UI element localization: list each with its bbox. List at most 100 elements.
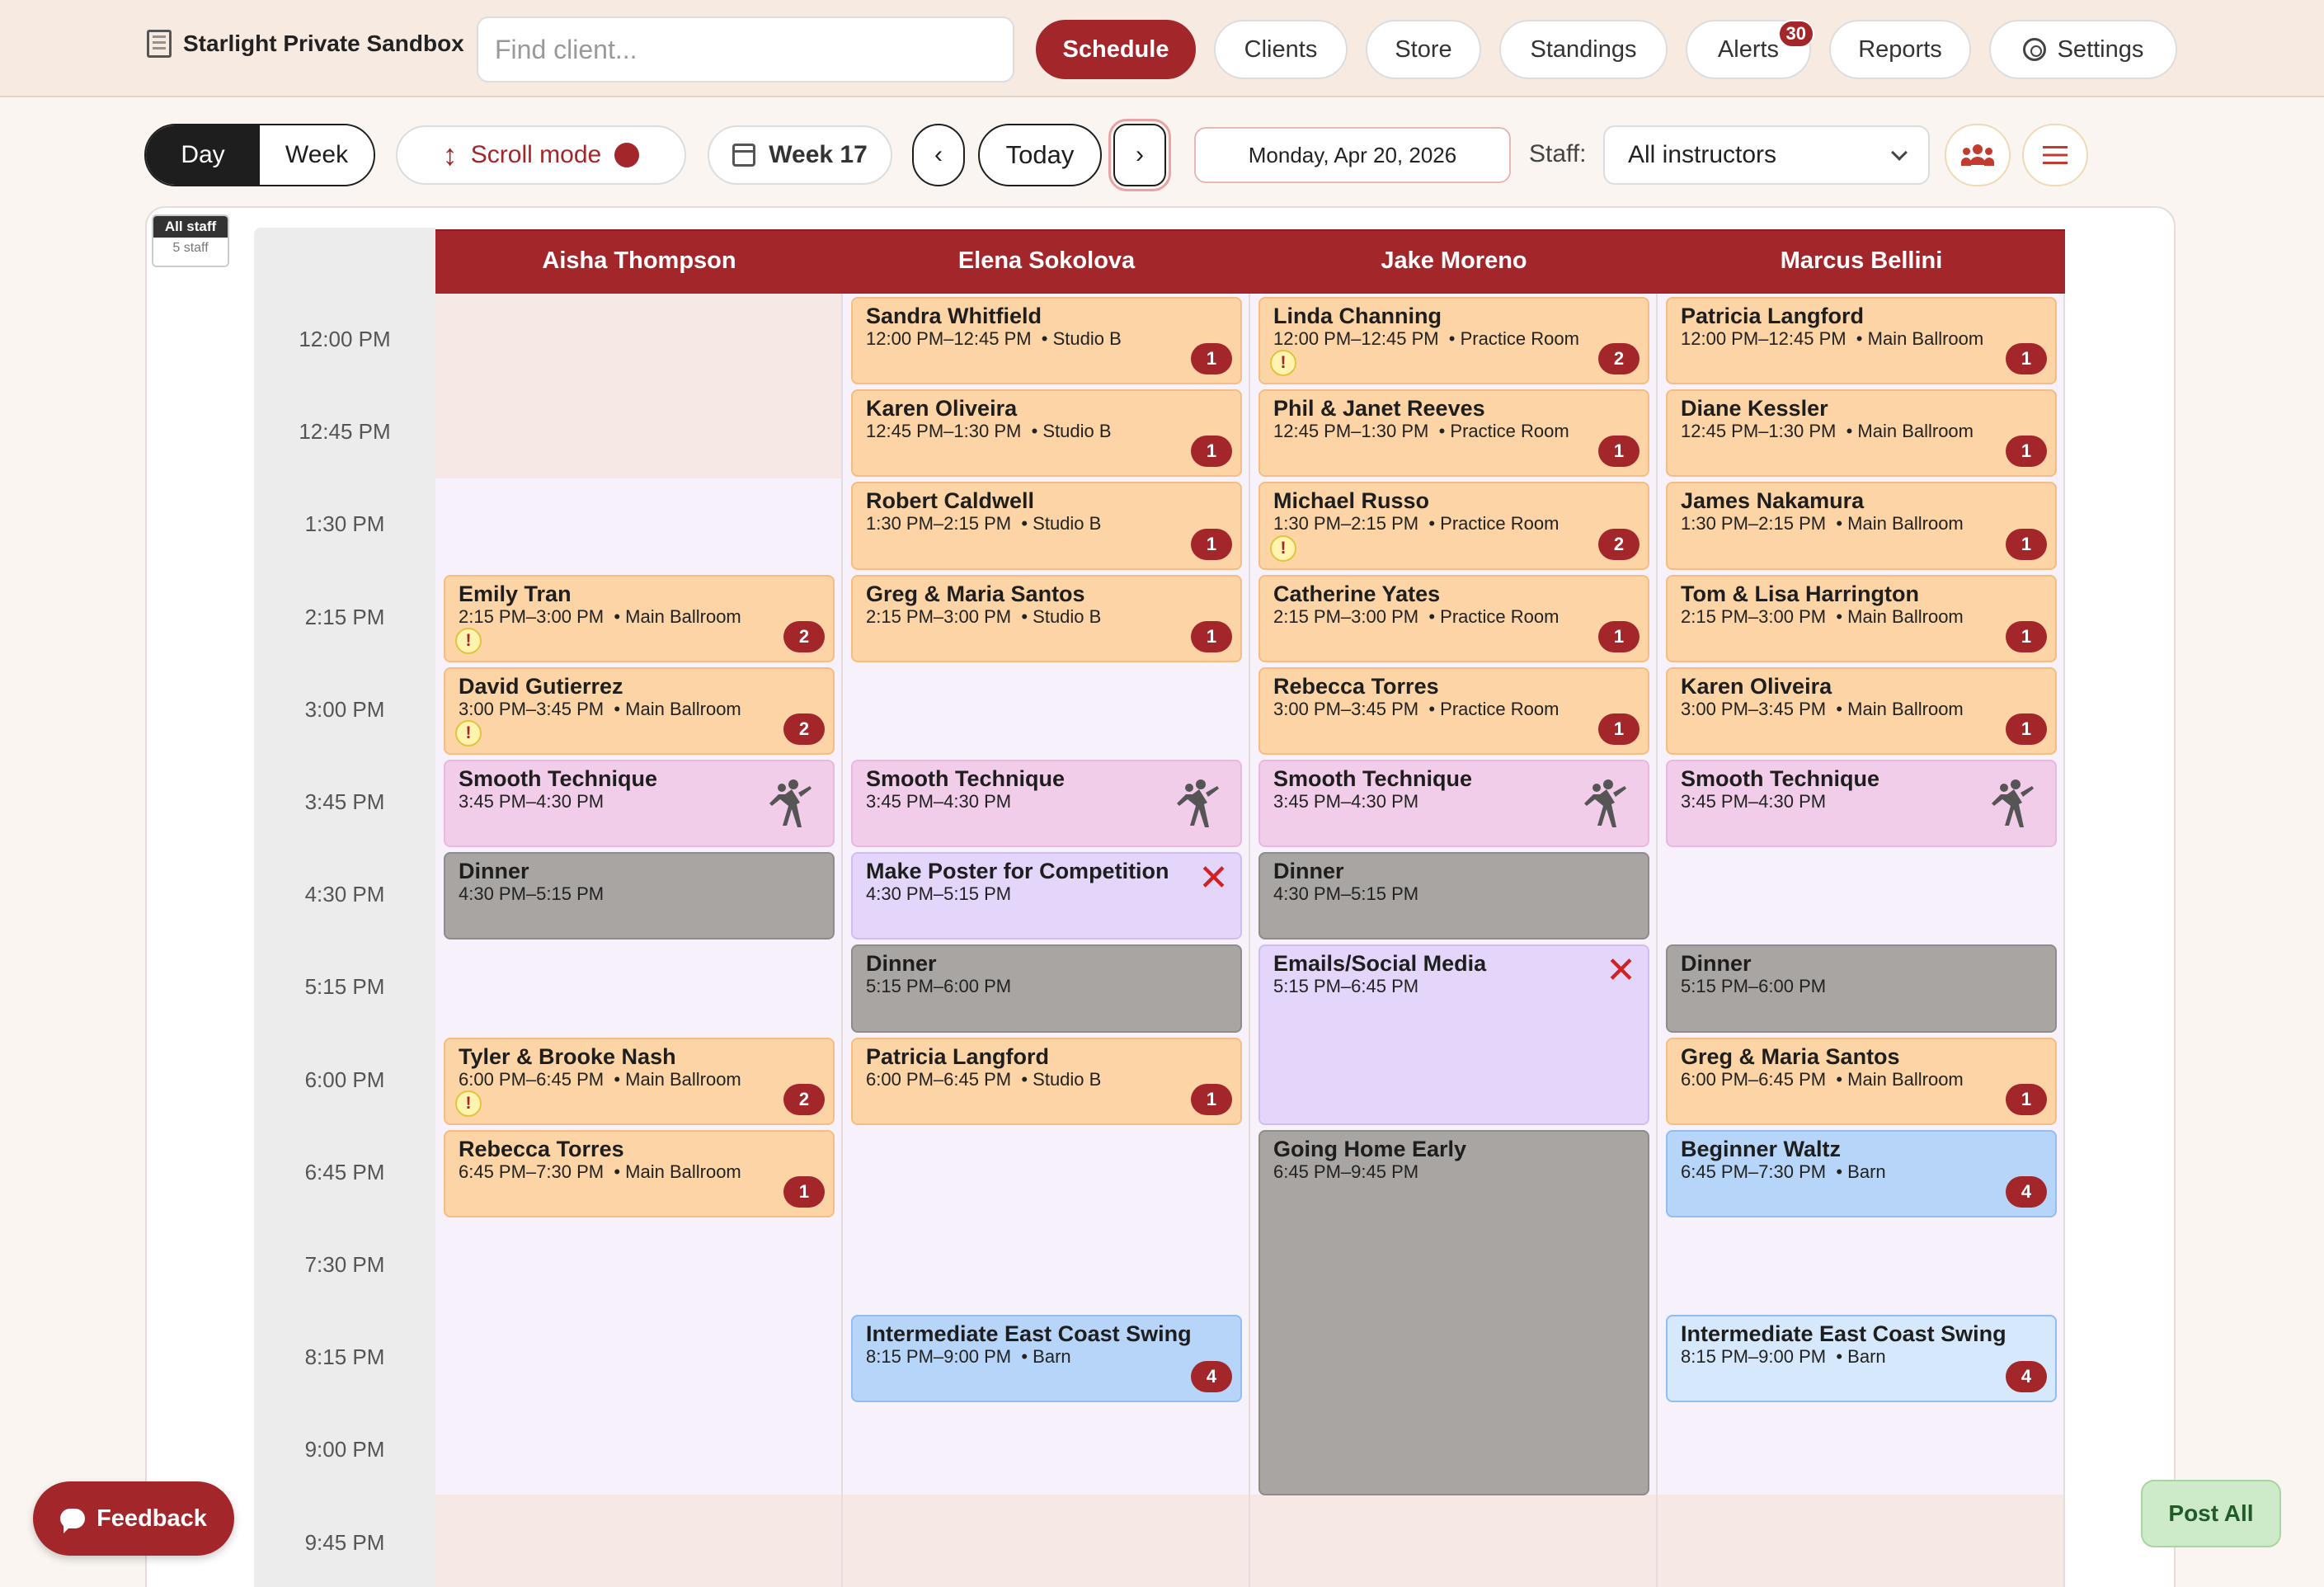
nav-standings[interactable]: Standings	[1499, 20, 1668, 79]
feedback-label: Feedback	[96, 1505, 207, 1532]
nav-store[interactable]: Store	[1366, 20, 1481, 79]
event-room: Practice Room	[1440, 605, 1560, 627]
time-label: 12:00 PM	[299, 327, 391, 351]
event-card[interactable]: Smooth Technique 3:45 PM–4:30 PM	[444, 760, 835, 848]
event-title: Dinner	[1273, 859, 1344, 884]
event-card[interactable]: Dinner 5:15 PM–6:00 PM	[851, 944, 1242, 1033]
staff-select[interactable]: All instructors	[1603, 125, 1930, 185]
event-card[interactable]: Intermediate East Coast Swing 8:15 PM–9:0…	[1666, 1315, 2057, 1403]
event-card[interactable]: Rebecca Torres 6:45 PM–7:30 PM • Main Bal…	[444, 1129, 835, 1217]
event-card[interactable]: Michael Russo 1:30 PM–2:15 PM • Practice …	[1258, 482, 1649, 570]
event-title: Dinner	[1681, 951, 1752, 977]
warning-icon[interactable]: !	[455, 627, 482, 654]
event-card[interactable]: David Gutierrez 3:00 PM–3:45 PM • Main Ba…	[444, 666, 835, 755]
warning-icon[interactable]: !	[1270, 534, 1296, 562]
event-details: 12:00 PM–12:45 PM • Main Ballroom	[1681, 328, 1984, 349]
view-week-button[interactable]: Week	[260, 125, 374, 185]
nav-reports-label: Reports	[1858, 35, 1942, 63]
event-card[interactable]: Dinner 5:15 PM–6:00 PM	[1666, 944, 2057, 1033]
staff-group-button[interactable]	[1945, 124, 2011, 186]
instructor-header[interactable]: Elena Sokolova	[843, 247, 1250, 275]
time-label: 3:45 PM	[304, 789, 385, 814]
find-client-input[interactable]	[477, 16, 1014, 82]
nav-reports[interactable]: Reports	[1829, 20, 1971, 79]
time-label: 12:45 PM	[299, 419, 391, 445]
event-card[interactable]: Linda Channing 12:00 PM–12:45 PM • Practi…	[1258, 297, 1649, 385]
time-label: 4:30 PM	[304, 882, 385, 907]
event-card[interactable]: Tom & Lisa Harrington 2:15 PM–3:00 PM • M…	[1666, 574, 2057, 662]
event-title: James Nakamura	[1681, 488, 1865, 514]
event-card[interactable]: Make Poster for Competition 4:30 PM–5:15 …	[851, 852, 1242, 940]
nav-clients[interactable]: Clients	[1214, 20, 1348, 79]
event-room: Practice Room	[1440, 698, 1560, 719]
all-staff-chip[interactable]: All staff 5 staff	[152, 214, 229, 267]
event-room: Barn	[1033, 1346, 1071, 1368]
post-all-button[interactable]: Post All	[2141, 1480, 2281, 1547]
nav-settings[interactable]: Settings	[1989, 20, 2177, 79]
event-details: 6:00 PM–6:45 PM • Main Ballroom	[1681, 1068, 1964, 1090]
today-button[interactable]: Today	[978, 124, 1102, 186]
time-label: 6:00 PM	[304, 1067, 385, 1092]
event-card[interactable]: Karen Oliveira 12:45 PM–1:30 PM • Studio …	[851, 389, 1242, 478]
attendee-count-badge: 1	[2006, 1083, 2047, 1115]
event-card[interactable]: Greg & Maria Santos 6:00 PM–6:45 PM • Mai…	[1666, 1037, 2057, 1125]
attendee-count-badge: 1	[1191, 528, 1232, 560]
close-icon[interactable]: ✕	[1198, 860, 1229, 897]
instructor-header[interactable]: Aisha Thompson	[435, 247, 843, 275]
event-card[interactable]: Diane Kessler 12:45 PM–1:30 PM • Main Bal…	[1666, 389, 2057, 478]
event-title: Linda Channing	[1273, 304, 1442, 328]
event-card[interactable]: Patricia Langford 12:00 PM–12:45 PM • Mai…	[1666, 297, 2057, 385]
next-day-button[interactable]: ›	[1108, 119, 1171, 191]
event-title: Intermediate East Coast Swing	[866, 1321, 1192, 1347]
event-card[interactable]: Phil & Janet Reeves 12:45 PM–1:30 PM • Pr…	[1258, 389, 1649, 478]
event-card[interactable]: Dinner 4:30 PM–5:15 PM	[444, 852, 835, 940]
event-room: Studio B	[1052, 328, 1122, 349]
scroll-mode-toggle[interactable]: ↕ Scroll mode	[396, 125, 686, 185]
event-card[interactable]: Dinner 4:30 PM–5:15 PM	[1258, 852, 1649, 940]
event-card[interactable]: Going Home Early 6:45 PM–9:45 PM	[1258, 1129, 1649, 1495]
event-room: Main Ballroom	[625, 605, 741, 627]
event-details: 6:45 PM–9:45 PM	[1273, 1161, 1635, 1183]
nav-schedule[interactable]: Schedule	[1036, 20, 1196, 79]
close-icon[interactable]: ✕	[1606, 953, 1636, 989]
event-card[interactable]: Sandra Whitfield 12:00 PM–12:45 PM • Stud…	[851, 297, 1242, 385]
attendee-count-badge: 2	[783, 620, 825, 652]
warning-icon[interactable]: !	[1270, 350, 1296, 377]
nav-settings-label: Settings	[2057, 35, 2144, 63]
warning-icon[interactable]: !	[455, 1090, 482, 1117]
feedback-button[interactable]: Feedback	[33, 1481, 234, 1556]
time-label: 9:00 PM	[304, 1437, 385, 1462]
event-card[interactable]: Patricia Langford 6:00 PM–6:45 PM • Studi…	[851, 1037, 1242, 1125]
brand[interactable]: Starlight Private Sandbox	[147, 30, 464, 58]
event-card[interactable]: Smooth Technique 3:45 PM–4:30 PM	[1258, 760, 1649, 848]
date-display[interactable]: Monday, Apr 20, 2026	[1194, 127, 1511, 183]
event-card[interactable]: James Nakamura 1:30 PM–2:15 PM • Main Bal…	[1666, 482, 2057, 570]
event-card[interactable]: Tyler & Brooke Nash 6:00 PM–6:45 PM • Mai…	[444, 1037, 835, 1125]
attendee-count-badge: 2	[1598, 343, 1640, 375]
event-card[interactable]: Smooth Technique 3:45 PM–4:30 PM	[851, 760, 1242, 848]
event-card[interactable]: Catherine Yates 2:15 PM–3:00 PM • Practic…	[1258, 574, 1649, 662]
event-time: 5:15 PM–6:00 PM	[866, 976, 1012, 997]
instructor-header[interactable]: Marcus Bellini	[1658, 247, 2065, 275]
event-card[interactable]: Intermediate East Coast Swing 8:15 PM–9:0…	[851, 1315, 1242, 1403]
event-card[interactable]: Karen Oliveira 3:00 PM–3:45 PM • Main Bal…	[1666, 666, 2057, 755]
instructor-header[interactable]: Jake Moreno	[1250, 247, 1658, 275]
event-time: 6:00 PM–6:45 PM	[1681, 1068, 1827, 1090]
view-day-button[interactable]: Day	[146, 125, 260, 185]
week-picker[interactable]: Week 17	[708, 125, 892, 185]
event-details: 5:15 PM–6:45 PM	[1273, 976, 1635, 997]
event-card[interactable]: Emails/Social Media 5:15 PM–6:45 PM ✕	[1258, 944, 1649, 1125]
event-card[interactable]: Rebecca Torres 3:00 PM–3:45 PM • Practice…	[1258, 666, 1649, 755]
menu-button[interactable]	[2022, 124, 2088, 186]
attendee-count-badge: 2	[1598, 528, 1640, 560]
instructor-column-aisha[interactable]	[435, 294, 843, 1587]
prev-day-button[interactable]: ‹	[912, 124, 965, 186]
event-card[interactable]: Greg & Maria Santos 2:15 PM–3:00 PM • Stu…	[851, 574, 1242, 662]
nav-alerts[interactable]: Alerts 30	[1686, 20, 1814, 79]
event-time: 2:15 PM–3:00 PM	[1273, 605, 1419, 627]
event-card[interactable]: Robert Caldwell 1:30 PM–2:15 PM • Studio …	[851, 482, 1242, 570]
event-card[interactable]: Emily Tran 2:15 PM–3:00 PM • Main Ballroo…	[444, 574, 835, 662]
warning-icon[interactable]: !	[455, 719, 482, 746]
event-card[interactable]: Beginner Waltz 6:45 PM–7:30 PM • Barn 4	[1666, 1129, 2057, 1217]
event-card[interactable]: Smooth Technique 3:45 PM–4:30 PM	[1666, 760, 2057, 848]
